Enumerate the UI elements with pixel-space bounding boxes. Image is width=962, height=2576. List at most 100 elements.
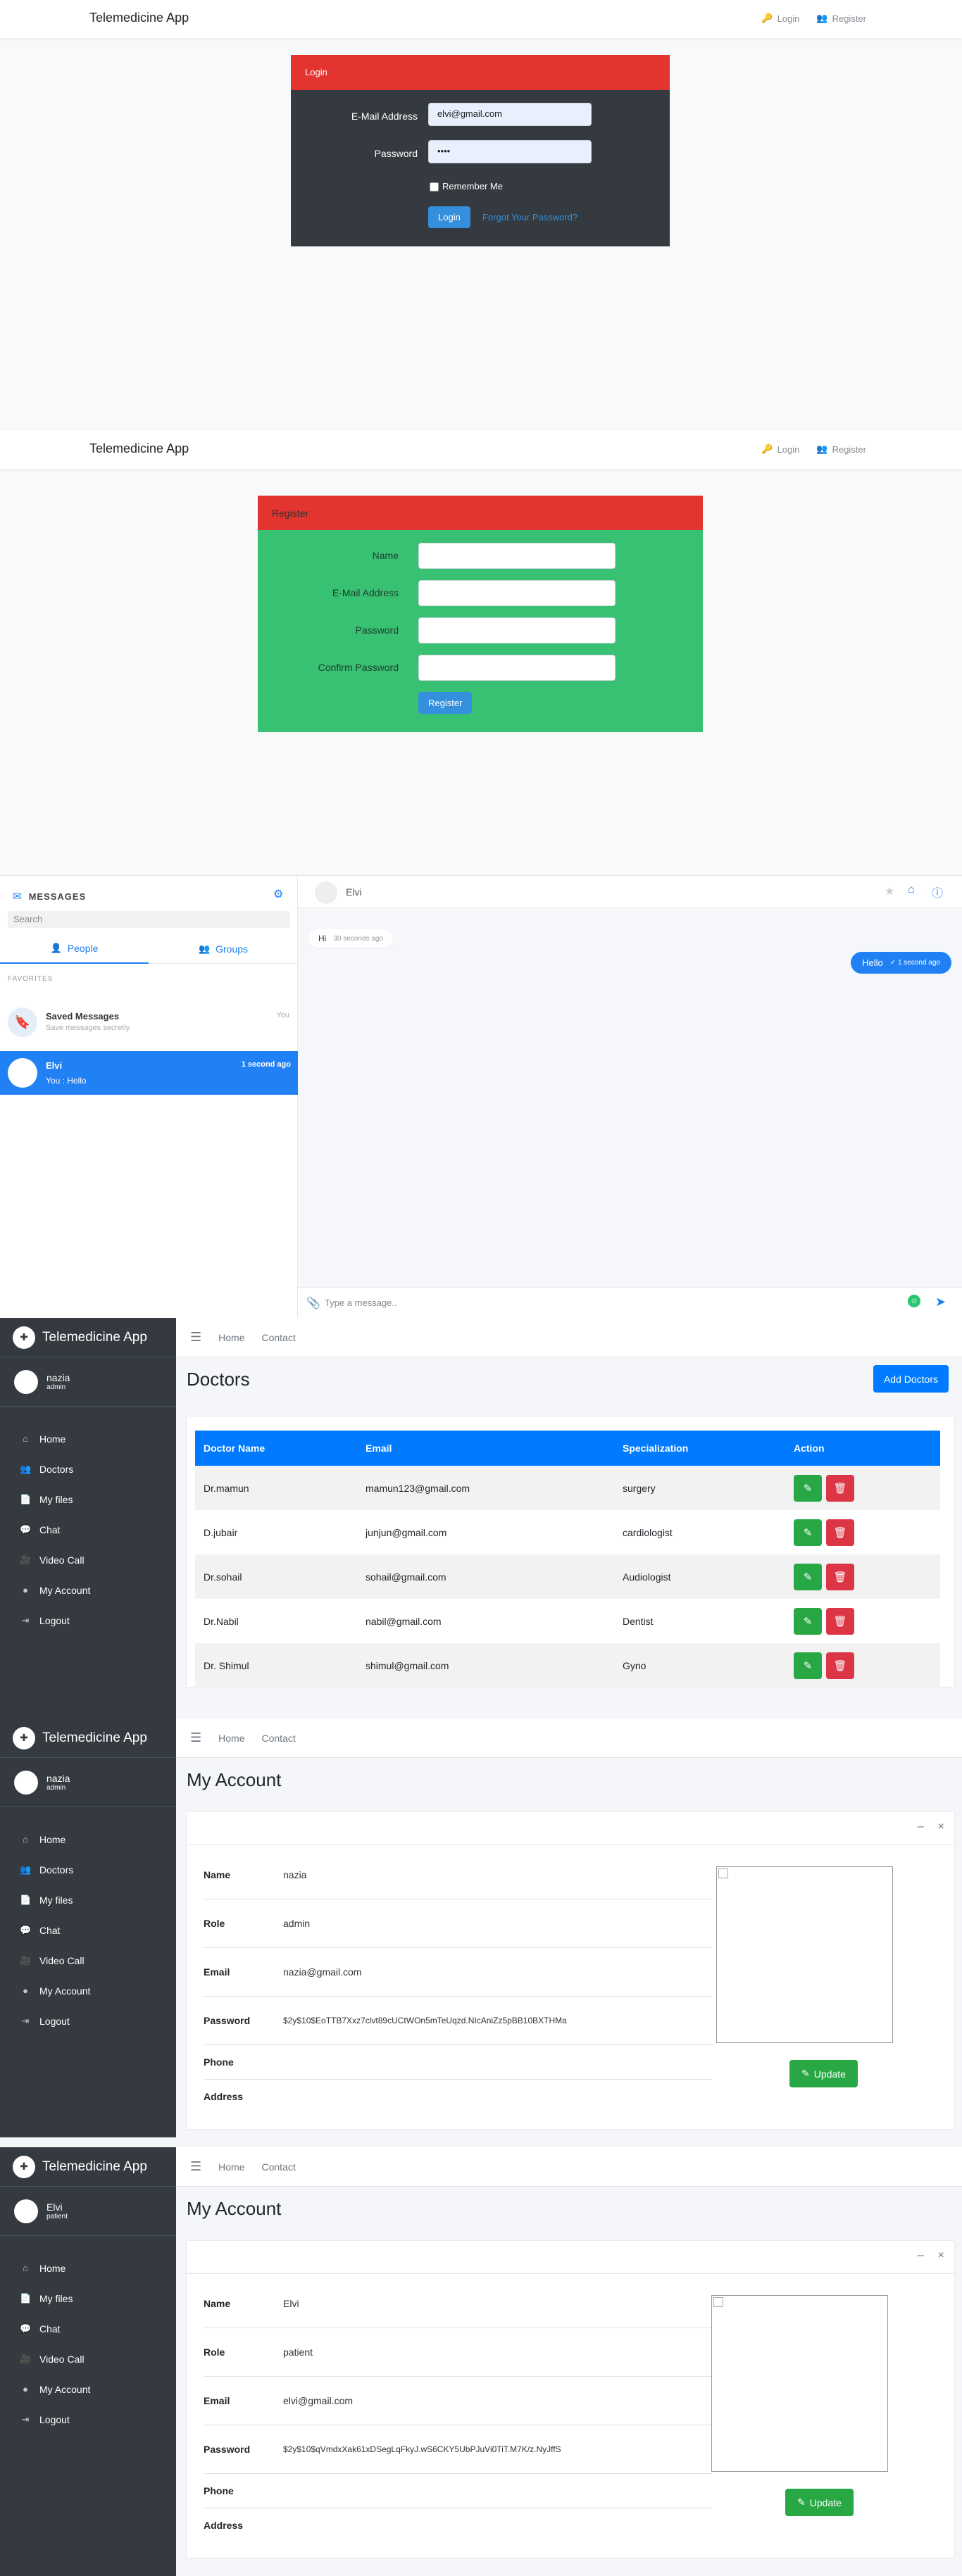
sidebar-item-account[interactable]: ● My Account [0,1975,176,2006]
sidebar: ✚ Telemedicine App nazia admin ⌂ Home 👥 Doct… [0,1719,176,2137]
top-link-home[interactable]: Home [218,1733,244,1744]
minimize-icon[interactable]: – [918,1821,924,1833]
sidebar-item-logout[interactable]: ⇥ Logout [0,2404,176,2434]
sidebar-item-files[interactable]: 📄 My files [0,2283,176,2313]
user-circle-icon: ● [23,2384,28,2394]
top-link-home[interactable]: Home [218,1332,244,1343]
close-icon[interactable]: × [938,2249,944,2262]
sidebar-item-label: Video Call [39,1954,85,1966]
broken-image-icon [718,1868,728,1878]
row-value: $2y$10$EoTTB7Xxz7clvt89cUCtWOn5mTeUqzd.N… [283,2016,567,2025]
top-link-contact[interactable]: Contact [262,1733,296,1744]
update-button[interactable]: ✎ Update [785,2489,854,2516]
sidebar-item-home[interactable]: ⌂ Home [0,2253,176,2283]
info-icon[interactable]: ⓘ [932,884,943,900]
add-doctors-button[interactable]: Add Doctors [873,1365,949,1393]
logout-icon: ⇥ [21,1614,30,1626]
trash-icon[interactable]: 🗑 [826,1652,854,1679]
update-button[interactable]: ✎ Update [789,2060,858,2087]
edit-icon[interactable]: ✎ [794,1563,822,1590]
trash-icon[interactable]: 🗑 [826,1519,854,1546]
chat-icon: 💬 [20,2323,32,2334]
sidebar-item-files[interactable]: 📄 My files [0,1484,176,1514]
nav-login-label: Login [777,444,800,455]
sidebar-item-chat[interactable]: 💬 Chat [0,2313,176,2344]
menu-icon[interactable]: ☰ [190,1730,201,1745]
nav-login-link[interactable]: 🔑 Login [761,444,799,455]
sidebar-nav: ⌂ Home 👥 Doctors 📄 My files 💬 Chat 🎥 Video Ca… [0,1807,176,2036]
incoming-message: Hi 30 seconds ago [308,929,393,948]
paperclip-icon[interactable]: 📎 [306,1296,320,1310]
user-name: Elvi [46,2201,63,2213]
sidebar-brand[interactable]: ✚ Telemedicine App [0,1719,176,1758]
sidebar-brand[interactable]: ✚ Telemedicine App [0,2147,176,2187]
forgot-password-link[interactable]: Forgot Your Password? [482,212,577,222]
brand-link[interactable]: Telemedicine App [89,441,189,456]
minimize-icon[interactable]: – [918,2249,924,2262]
sidebar-item-video-call[interactable]: 🎥 Video Call [0,1945,176,1975]
sidebar-item-home[interactable]: ⌂ Home [0,1424,176,1454]
edit-icon[interactable]: ✎ [794,1607,822,1635]
sidebar-item-account[interactable]: ● My Account [0,1575,176,1605]
remember-checkbox[interactable] [430,182,439,191]
saved-messages-tag: You [276,1011,289,1019]
users-icon: 👥 [20,1463,32,1474]
star-icon[interactable]: ★ [885,884,894,898]
message-composer: 📎 Type a message.. ☺ ➤ [298,1287,962,1318]
sidebar-item-chat[interactable]: 💬 Chat [0,1514,176,1545]
sidebar-nav: ⌂ Home 📄 My files 💬 Chat 🎥 Video Call ● My Ac… [0,2236,176,2434]
login-button[interactable]: Login [428,206,470,228]
trash-icon[interactable]: 🗑 [826,1563,854,1590]
doctors-screen: ✚ Telemedicine App nazia admin ⌂ Home 👥 Doct… [0,1318,962,1719]
tab-groups[interactable]: 👥 Groups [149,934,298,964]
send-icon[interactable]: ➤ [935,1295,946,1309]
sidebar-brand[interactable]: ✚ Telemedicine App [0,1318,176,1357]
sidebar-item-logout[interactable]: ⇥ Logout [0,2006,176,2036]
sidebar-item-chat[interactable]: 💬 Chat [0,1915,176,1945]
sidebar-item-account[interactable]: ● My Account [0,2374,176,2404]
trash-icon[interactable]: 🗑 [826,1607,854,1635]
nav-register-link[interactable]: 👥 Register [816,444,866,455]
password-field[interactable] [418,617,616,643]
home-icon[interactable]: ⌂ [908,884,915,896]
account-card: – × Name Elvi Role patient Email elvi@gmail.… [187,2241,954,2558]
doctors-table: Doctor Name Email Specialization Action … [195,1431,940,1688]
table-row: Dr.sohail sohail@gmail.com Audiologist ✎… [195,1554,940,1599]
sidebar-item-logout[interactable]: ⇥ Logout [0,1605,176,1635]
menu-icon[interactable]: ☰ [190,1330,201,1345]
contact-item[interactable]: Elvi You : Hello 1 second ago [0,1051,298,1095]
tab-people[interactable]: 👤 People [0,934,149,964]
nav-login-link[interactable]: 🔑 Login [761,13,799,24]
top-link-home[interactable]: Home [218,2161,244,2173]
emoji-icon[interactable]: ☺ [908,1295,920,1307]
sidebar-item-files[interactable]: 📄 My files [0,1885,176,1915]
edit-icon[interactable]: ✎ [794,1474,822,1502]
trash-icon[interactable]: 🗑 [826,1474,854,1502]
register-button[interactable]: Register [418,692,473,714]
home-icon: ⌂ [23,1834,28,1845]
edit-icon[interactable]: ✎ [794,1519,822,1546]
top-link-contact[interactable]: Contact [262,1332,296,1343]
menu-icon[interactable]: ☰ [190,2159,201,2174]
sidebar-item-video-call[interactable]: 🎥 Video Call [0,1545,176,1575]
sidebar-item-home[interactable]: ⌂ Home [0,1824,176,1854]
sidebar-item-video-call[interactable]: 🎥 Video Call [0,2344,176,2374]
edit-icon[interactable]: ✎ [794,1652,822,1679]
top-link-contact[interactable]: Contact [262,2161,296,2173]
password-field[interactable]: •••• [428,140,592,163]
name-field[interactable] [418,543,616,569]
confirm-password-field[interactable] [418,655,616,681]
close-icon[interactable]: × [938,1821,944,1833]
email-field[interactable]: elvi@gmail.com [428,103,592,126]
search-input[interactable]: Search [8,911,290,928]
nav-register-link[interactable]: 👥 Register [816,13,866,24]
email-field[interactable] [418,580,616,606]
sidebar-item-doctors[interactable]: 👥 Doctors [0,1454,176,1484]
logo-icon: ✚ [13,1726,35,1749]
sidebar-item-doctors[interactable]: 👥 Doctors [0,1854,176,1885]
cell-spec: cardiologist [623,1526,673,1538]
gear-icon[interactable]: ⚙ [273,887,283,901]
message-input[interactable]: Type a message.. [325,1298,397,1308]
saved-messages-item[interactable]: 🔖 Saved Messages Save messages secretly … [0,1001,298,1043]
brand-link[interactable]: Telemedicine App [89,11,189,25]
